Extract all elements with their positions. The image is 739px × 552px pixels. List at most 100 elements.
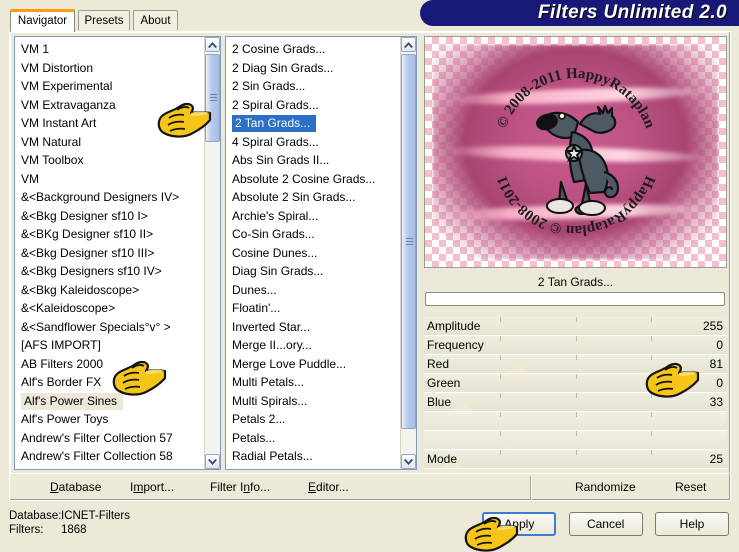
category-list-item[interactable]: Andrew's Filter Collection 57 bbox=[15, 429, 205, 448]
effect-list-item[interactable]: 4 Spiral Grads... bbox=[226, 133, 401, 152]
effect-list-item[interactable]: Merge Love Puddle... bbox=[226, 355, 401, 374]
slider-tick bbox=[499, 431, 501, 436]
slider-row[interactable]: Green 0 bbox=[424, 374, 727, 393]
effect-list-item[interactable]: Cosine Dunes... bbox=[226, 244, 401, 263]
category-list-item[interactable]: &<Bkg Designer sf10 I> bbox=[15, 207, 205, 226]
category-list-item[interactable]: &<Background Designers IV> bbox=[15, 188, 205, 207]
menu-database[interactable]: Database bbox=[50, 480, 101, 494]
menu-editor[interactable]: Editor... bbox=[308, 480, 349, 494]
effect-scroll-thumb[interactable] bbox=[401, 54, 416, 429]
effect-list-item[interactable]: Diag Sin Grads... bbox=[226, 262, 401, 281]
effect-list-item[interactable]: Multi Spirals... bbox=[226, 392, 401, 411]
slider-tick bbox=[575, 450, 577, 455]
slider-tick bbox=[575, 336, 577, 341]
category-list-item[interactable]: Andrew's Filters 10 bbox=[15, 466, 205, 470]
effect-list-item[interactable]: Radial Petals... bbox=[226, 447, 401, 466]
cancel-button[interactable]: Cancel bbox=[568, 512, 643, 536]
category-list-item[interactable]: VM Instant Art bbox=[15, 114, 205, 133]
category-list-scrollbar[interactable] bbox=[204, 37, 220, 469]
category-list-item[interactable]: AB Filters 2000 bbox=[15, 355, 205, 374]
category-list-item[interactable]: VM Distortion bbox=[15, 59, 205, 78]
category-list-item[interactable]: &<Kaleidoscope> bbox=[15, 299, 205, 318]
effect-list-item[interactable]: Petals 2... bbox=[226, 410, 401, 429]
tab-navigator[interactable]: Navigator bbox=[10, 9, 75, 32]
slider-label: Green bbox=[427, 376, 461, 390]
category-list[interactable]: VM 1 VM Distortion VM Experimental VM Extra… bbox=[14, 36, 221, 470]
menu-import[interactable]: Import... bbox=[130, 480, 174, 494]
status-filters-row: Filters: 1868 bbox=[9, 523, 130, 537]
category-scroll-thumb[interactable] bbox=[205, 54, 220, 142]
effect-list-item[interactable]: 2 Spiral Grads... bbox=[226, 96, 401, 115]
effect-list-item[interactable]: Abs Sin Grads II... bbox=[226, 151, 401, 170]
effect-list-item[interactable]: Merge II...ory... bbox=[226, 336, 401, 355]
category-list-item[interactable]: VM Natural bbox=[15, 133, 205, 152]
tab-presets[interactable]: Presets bbox=[78, 10, 130, 30]
preview-image[interactable]: © 2008-2011 HappyRataplan HappyRataplan … bbox=[424, 36, 727, 268]
scroll-up-icon[interactable] bbox=[205, 37, 220, 52]
scroll-up-icon[interactable] bbox=[401, 37, 416, 52]
category-list-item[interactable]: VM Extravaganza bbox=[15, 96, 205, 115]
effect-list-item[interactable]: 2 Cosine Grads... bbox=[226, 40, 401, 59]
slider-tick bbox=[499, 393, 501, 398]
slider-knob[interactable] bbox=[452, 400, 475, 411]
category-list-items[interactable]: VM 1 VM Distortion VM Experimental VM Extra… bbox=[15, 37, 205, 469]
app-title: Filters Unlimited 2.0 bbox=[538, 2, 727, 23]
category-list-item[interactable]: VM bbox=[15, 170, 205, 189]
category-list-item[interactable]: &<Bkg Designer sf10 III> bbox=[15, 244, 205, 263]
effect-list[interactable]: 2 Cosine Grads... 2 Diag Sin Grads... 2 Si… bbox=[225, 36, 417, 470]
effect-list-item-selected[interactable]: 2 Tan Grads... bbox=[232, 115, 317, 132]
effect-list-item[interactable]: 2 Diag Sin Grads... bbox=[226, 59, 401, 78]
effect-list-item[interactable]: Petals... bbox=[226, 429, 401, 448]
effect-list-item[interactable]: Floatin'... bbox=[226, 299, 401, 318]
effect-list-item[interactable]: Radial Spiral ... bbox=[226, 466, 401, 470]
category-list-item[interactable]: &<Bkg Kaleidoscope> bbox=[15, 281, 205, 300]
effect-list-item[interactable]: Inverted Star... bbox=[226, 318, 401, 337]
effect-list-item[interactable]: Absolute 2 Cosine Grads... bbox=[226, 170, 401, 189]
effect-list-item[interactable]: 2 Sin Grads... bbox=[226, 77, 401, 96]
category-list-item[interactable]: VM Toolbox bbox=[15, 151, 205, 170]
slider-row[interactable]: Frequency 0 bbox=[424, 336, 727, 355]
category-list-item[interactable]: Alf's Power Toys bbox=[15, 410, 205, 429]
menu-filter-info[interactable]: Filter Info... bbox=[210, 480, 270, 494]
scroll-down-icon[interactable] bbox=[205, 454, 220, 469]
category-list-item[interactable]: VM 1 bbox=[15, 40, 205, 59]
category-list-item[interactable]: &<Sandflower Specials°v° > bbox=[15, 318, 205, 337]
scroll-down-icon[interactable] bbox=[401, 454, 416, 469]
effect-list-scrollbar[interactable] bbox=[400, 37, 416, 469]
category-list-item[interactable]: Alf's Power Sines bbox=[15, 392, 205, 411]
category-list-item[interactable]: Andrew's Filter Collection 58 bbox=[15, 447, 205, 466]
parameter-sliders[interactable]: Amplitude 255 Frequency 0 Red 81 Green 0 Blue 33 M… bbox=[424, 317, 727, 470]
category-list-item-selected[interactable]: Alf's Power Sines bbox=[21, 392, 123, 410]
slider-row-empty bbox=[424, 412, 727, 431]
category-list-item[interactable]: &<Bkg Designers sf10 IV> bbox=[15, 262, 205, 281]
slider-knob[interactable] bbox=[506, 362, 529, 373]
effect-list-item[interactable]: Absolute 2 Sin Grads... bbox=[226, 188, 401, 207]
effect-list-item[interactable]: Dunes... bbox=[226, 281, 401, 300]
help-button[interactable]: Help bbox=[655, 512, 729, 536]
effect-list-item[interactable]: 2 Tan Grads... bbox=[226, 114, 401, 133]
main-panel: VM 1 VM Distortion VM Experimental VM Extra… bbox=[9, 31, 731, 497]
slider-tick bbox=[651, 450, 653, 455]
slider-label: Blue bbox=[427, 395, 452, 409]
slider-row[interactable]: Mode 25 bbox=[424, 450, 727, 469]
status-database-label: Database: bbox=[9, 510, 62, 522]
slider-tick bbox=[575, 317, 577, 322]
category-list-item[interactable]: Alf's Border FX bbox=[15, 373, 205, 392]
apply-button[interactable]: Apply bbox=[482, 512, 557, 536]
category-list-item[interactable]: &<BKg Designer sf10 II> bbox=[15, 225, 205, 244]
slider-tick bbox=[651, 431, 653, 436]
slider-label: Frequency bbox=[427, 338, 484, 352]
menu-reset[interactable]: Reset bbox=[675, 480, 706, 494]
slider-row[interactable]: Blue 33 bbox=[424, 393, 727, 412]
slider-tick bbox=[651, 412, 653, 417]
effect-list-item[interactable]: Multi Petals... bbox=[226, 373, 401, 392]
effect-list-item[interactable]: Co-Sin Grads... bbox=[226, 225, 401, 244]
slider-row[interactable]: Amplitude 255 bbox=[424, 317, 727, 336]
effect-list-item[interactable]: Archie's Spiral... bbox=[226, 207, 401, 226]
slider-row[interactable]: Red 81 bbox=[424, 355, 727, 374]
menu-randomize[interactable]: Randomize bbox=[575, 480, 636, 494]
category-list-item[interactable]: VM Experimental bbox=[15, 77, 205, 96]
tab-about[interactable]: About bbox=[133, 10, 178, 30]
category-list-item[interactable]: [AFS IMPORT] bbox=[15, 336, 205, 355]
effect-list-items[interactable]: 2 Cosine Grads... 2 Diag Sin Grads... 2 Si… bbox=[226, 37, 401, 469]
